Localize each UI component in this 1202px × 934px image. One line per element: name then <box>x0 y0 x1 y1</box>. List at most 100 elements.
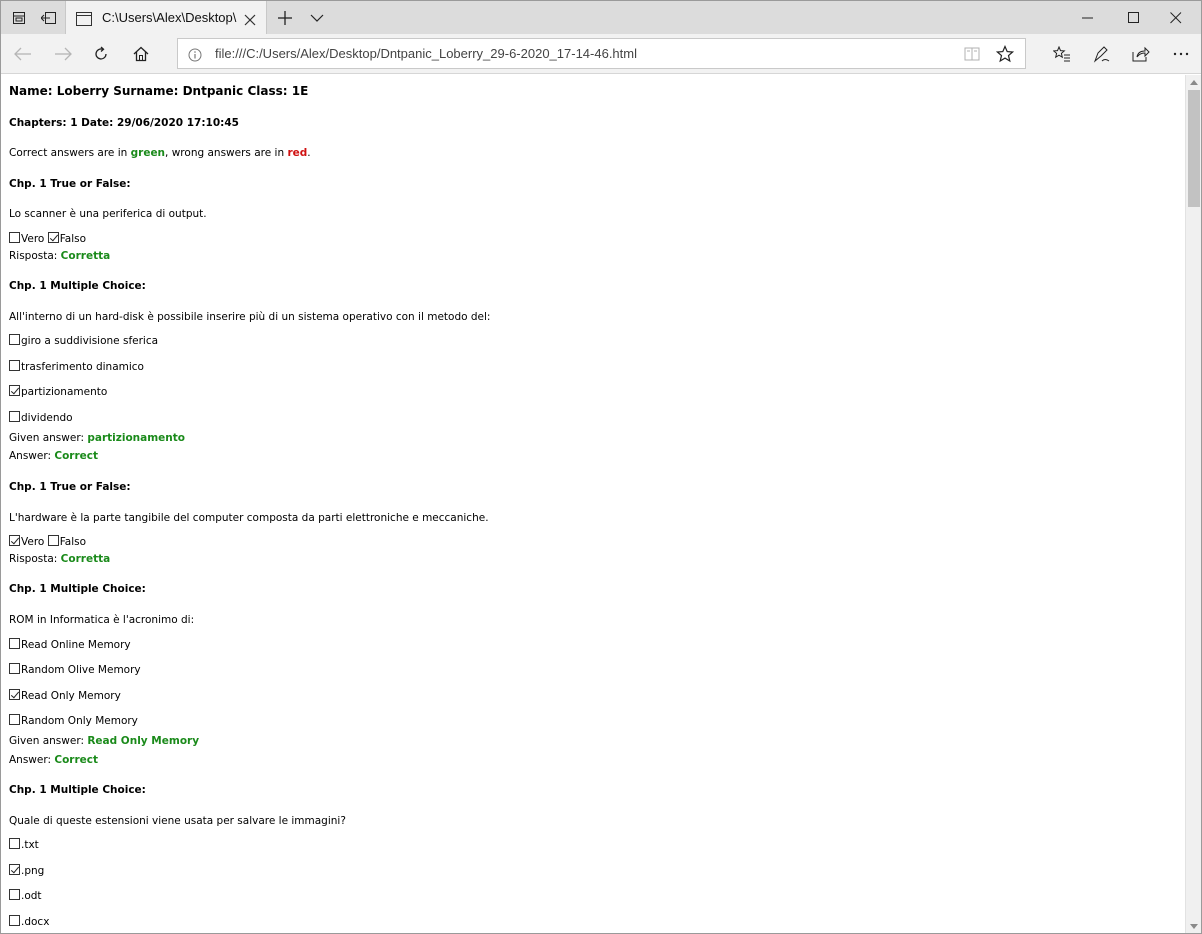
home-icon[interactable] <box>121 34 161 74</box>
q4-heading: Chp. 1 Multiple Choice: <box>9 583 146 595</box>
set-tabs-aside-icon[interactable] <box>37 1 61 35</box>
back-arrow-icon[interactable] <box>3 34 43 74</box>
minimize-icon[interactable] <box>1065 1 1111 35</box>
q2-answer: Answer: Correct <box>9 450 98 462</box>
legend-suffix: . <box>307 147 311 159</box>
q2-question: All'interno di un hard-disk è possibile … <box>9 311 491 323</box>
q3-result-value: Corretta <box>60 553 111 565</box>
q5-option-label-1: .txt <box>21 839 39 851</box>
q2-option-label-4: dividendo <box>21 412 73 424</box>
favorites-list-icon[interactable] <box>1042 34 1082 74</box>
q1-result-value: Corretta <box>60 250 111 262</box>
address-url[interactable]: file:///C:/Users/Alex/Desktop/Dntpanic_L… <box>215 46 637 61</box>
maximize-icon[interactable] <box>1111 1 1157 35</box>
refresh-icon[interactable] <box>81 34 121 74</box>
q5-option-1: .txt <box>9 838 39 851</box>
q4-checkbox-4[interactable] <box>9 714 20 725</box>
q3-question: L'hardware è la parte tangibile del comp… <box>9 512 489 524</box>
q3-result-label: Risposta: <box>9 553 61 565</box>
tab-preview-icon[interactable] <box>7 1 31 35</box>
q4-given: Given answer: Read Only Memory <box>9 735 199 747</box>
address-bar[interactable]: file:///C:/Users/Alex/Desktop/Dntpanic_L… <box>177 38 1026 69</box>
q3-label-falso: Falso <box>59 536 87 548</box>
q2-checkbox-1[interactable] <box>9 334 20 345</box>
navigation-bar: file:///C:/Users/Alex/Desktop/Dntpanic_L… <box>0 34 1202 74</box>
info-icon[interactable] <box>188 47 202 66</box>
scroll-up-icon[interactable] <box>1186 75 1202 89</box>
q5-option-2: .png <box>9 864 44 877</box>
q4-checkbox-3[interactable] <box>9 689 20 700</box>
q1-heading: Chp. 1 True or False: <box>9 178 131 190</box>
q1-checkbox-falso[interactable] <box>47 232 59 243</box>
q5-option-label-3: .odt <box>21 890 42 902</box>
q4-answer-label: Answer: <box>9 754 55 766</box>
q2-option-4: dividendo <box>9 411 73 424</box>
q2-option-label-3: partizionamento <box>21 386 108 398</box>
q3-label-vero: Vero <box>21 536 45 548</box>
legend-text: Correct answers are in green, wrong answ… <box>9 147 311 159</box>
q4-option-label-2: Random Olive Memory <box>21 664 141 676</box>
q2-option-3: partizionamento <box>9 385 107 398</box>
q4-option-4: Random Only Memory <box>9 714 138 727</box>
q5-checkbox-3[interactable] <box>9 889 20 900</box>
close-window-icon[interactable] <box>1153 1 1199 35</box>
q2-checkbox-4[interactable] <box>9 411 20 422</box>
q2-given-label: Given answer: <box>9 432 88 444</box>
tab-active[interactable]: C:\Users\Alex\Desktop\ <box>65 1 267 35</box>
q5-option-3: .odt <box>9 889 42 902</box>
q2-checkbox-2[interactable] <box>9 360 20 371</box>
chevron-down-icon[interactable] <box>305 1 329 35</box>
q5-option-label-2: .png <box>21 865 45 877</box>
q5-question: Quale di queste estensioni viene usata p… <box>9 815 346 827</box>
page-header: Name: Loberry Surname: Dntpanic Class: 1… <box>9 84 309 98</box>
legend-middle: , wrong answers are in <box>165 147 288 159</box>
pen-annotate-icon[interactable] <box>1082 34 1122 74</box>
q4-option-label-1: Read Online Memory <box>21 639 131 651</box>
q1-options: Vero Falso <box>9 232 86 245</box>
page-meta: Chapters: 1 Date: 29/06/2020 17:10:45 <box>9 117 239 129</box>
more-menu-icon[interactable] <box>1161 34 1201 74</box>
forward-arrow-icon[interactable] <box>43 34 83 74</box>
q4-answer-value: Correct <box>54 754 99 766</box>
q3-checkbox-vero[interactable] <box>9 535 20 546</box>
q5-heading: Chp. 1 Multiple Choice: <box>9 784 146 796</box>
q4-given-value: Read Only Memory <box>87 735 200 747</box>
scroll-thumb[interactable] <box>1188 90 1200 207</box>
q2-given-value: partizionamento <box>87 432 185 444</box>
q3-result: Risposta: Corretta <box>9 553 110 565</box>
legend-red: red <box>287 147 308 159</box>
q1-checkbox-vero[interactable] <box>9 232 20 243</box>
q5-checkbox-4[interactable] <box>9 915 20 926</box>
q5-checkbox-1[interactable] <box>9 838 20 849</box>
q2-option-1: giro a suddivisione sferica <box>9 334 158 347</box>
q3-options: Vero Falso <box>9 535 86 548</box>
new-tab-icon[interactable] <box>273 1 297 35</box>
q2-answer-value: Correct <box>54 450 99 462</box>
q4-option-label-4: Random Only Memory <box>21 715 138 727</box>
q4-option-2: Random Olive Memory <box>9 663 141 676</box>
q4-checkbox-1[interactable] <box>9 638 20 649</box>
q4-option-label-3: Read Only Memory <box>21 690 121 702</box>
tab-title: C:\Users\Alex\Desktop\ <box>102 10 237 25</box>
favorite-star-icon[interactable] <box>995 44 1015 67</box>
q4-given-label: Given answer: <box>9 735 88 747</box>
q4-answer: Answer: Correct <box>9 754 98 766</box>
q1-label-falso: Falso <box>59 233 87 245</box>
q5-option-4: .docx <box>9 915 49 928</box>
q2-checkbox-3[interactable] <box>9 385 20 396</box>
share-icon[interactable] <box>1121 34 1161 74</box>
q2-heading: Chp. 1 Multiple Choice: <box>9 280 146 292</box>
vertical-scrollbar[interactable] <box>1185 75 1201 933</box>
q2-option-label-2: trasferimento dinamico <box>21 361 144 373</box>
scroll-down-icon[interactable] <box>1186 919 1202 933</box>
reading-view-icon[interactable] <box>964 46 980 66</box>
q2-option-label-1: giro a suddivisione sferica <box>21 335 159 347</box>
page-viewport: Name: Loberry Surname: Dntpanic Class: 1… <box>1 75 1185 933</box>
q5-checkbox-2[interactable] <box>9 864 20 875</box>
q4-option-1: Read Online Memory <box>9 638 131 651</box>
legend-green: green <box>130 147 166 159</box>
q4-checkbox-2[interactable] <box>9 663 20 674</box>
q3-checkbox-falso[interactable] <box>47 535 59 546</box>
q1-label-vero: Vero <box>21 233 45 245</box>
close-tab-icon[interactable] <box>244 11 256 30</box>
